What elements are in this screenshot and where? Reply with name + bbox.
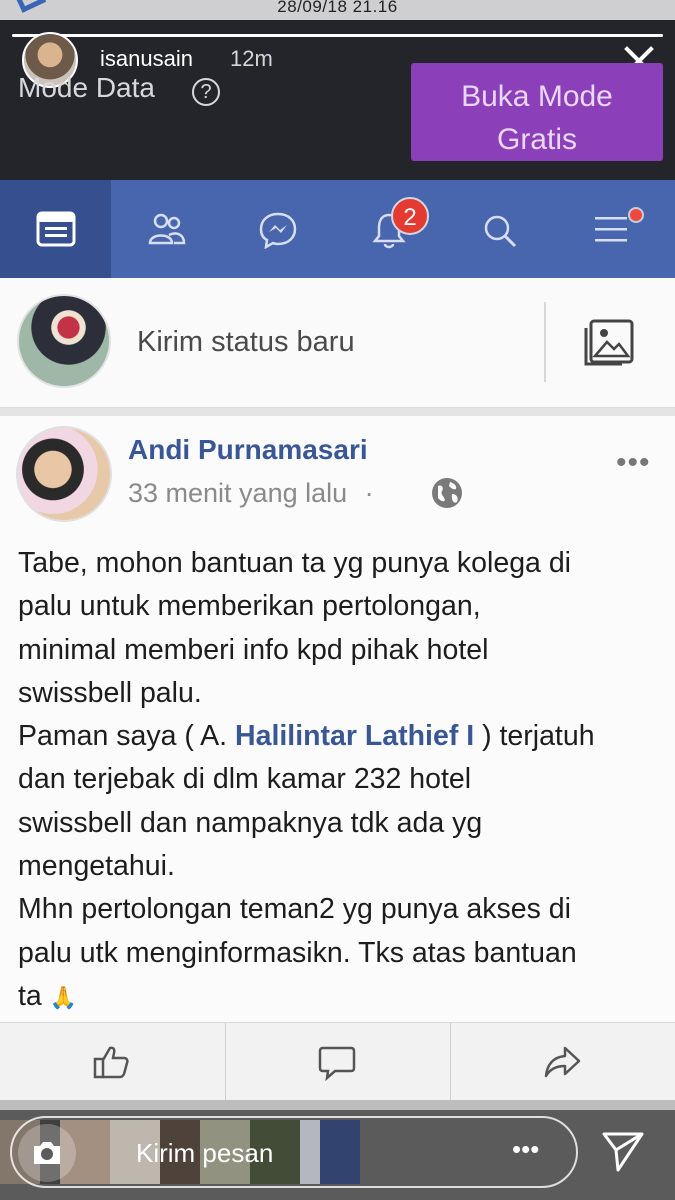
reply-more-icon[interactable]: ••• xyxy=(512,1134,539,1165)
post-actions xyxy=(0,1022,675,1101)
separator xyxy=(0,408,675,416)
share-icon xyxy=(544,1046,581,1078)
post-line: ta 🙏 xyxy=(18,975,668,1019)
reply-placeholder[interactable]: Kirim pesan xyxy=(136,1138,273,1169)
post-line: mengetahui. xyxy=(18,850,175,883)
menu-icon xyxy=(595,217,627,242)
photo-icon[interactable] xyxy=(582,318,636,368)
post-line: Mhn pertolongan teman2 yg punya akses di xyxy=(18,893,571,926)
post-line: palu utk menginformasikn. Tks atas bantu… xyxy=(18,936,577,969)
status-composer: Kirim status baru xyxy=(0,278,675,408)
comment-icon xyxy=(318,1046,356,1081)
separator xyxy=(0,1100,675,1110)
free-mode-button[interactable]: Buka Mode Gratis xyxy=(411,63,663,161)
comment-button[interactable] xyxy=(225,1023,450,1101)
tab-friends[interactable] xyxy=(111,180,222,278)
data-mode-label: Mode Data xyxy=(18,72,155,103)
story-header: isanusain 12m Mode Data ? Buka Mode Grat… xyxy=(0,20,675,180)
free-mode-line1: Buka Mode xyxy=(461,80,613,113)
post-meta: 33 menit yang lalu · xyxy=(128,478,374,509)
story-progress-fill xyxy=(12,34,663,37)
praying-hands-emoji: 🙏 xyxy=(49,984,78,1010)
post-last-word: ta xyxy=(18,979,42,1012)
tab-news-feed[interactable] xyxy=(0,180,111,278)
story-progress-bar xyxy=(12,34,663,37)
friends-icon xyxy=(148,213,186,245)
composer-divider xyxy=(544,302,546,382)
tab-notifications[interactable] xyxy=(333,180,444,278)
tab-messenger[interactable] xyxy=(222,180,333,278)
globe-icon xyxy=(432,478,462,508)
tab-search[interactable] xyxy=(444,180,555,278)
camera-button[interactable] xyxy=(18,1124,76,1182)
notification-badge: 2 xyxy=(391,197,429,235)
post-line: swissbell dan nampaknya tdk ada yg xyxy=(18,806,483,839)
post-card: Andi Purnamasari 33 menit yang lalu · ••… xyxy=(0,416,675,1022)
post-author-name[interactable]: Andi Purnamasari xyxy=(128,434,368,466)
post-line: dan terjebak di dlm kamar 232 hotel xyxy=(18,763,472,796)
post-time[interactable]: 33 menit yang lalu xyxy=(128,478,347,508)
news-feed-icon xyxy=(36,211,76,247)
menu-alert-dot xyxy=(628,207,644,223)
help-icon[interactable]: ? xyxy=(192,78,220,106)
story-username[interactable]: isanusain xyxy=(100,46,193,72)
mention-suffix: ) terjatuh xyxy=(474,720,595,753)
send-icon[interactable] xyxy=(600,1128,646,1174)
free-mode-line2: Gratis xyxy=(496,123,577,156)
camera-icon xyxy=(34,1142,60,1164)
share-button[interactable] xyxy=(450,1023,675,1101)
like-button[interactable] xyxy=(0,1023,225,1101)
post-line: palu untuk memberikan pertolongan, xyxy=(18,590,481,623)
messenger-icon xyxy=(259,212,297,249)
post-line: minimal memberi info kpd pihak hotel xyxy=(18,633,489,666)
post-line-mention: Paman saya ( A. Halilintar Lathief I ) t… xyxy=(18,715,668,758)
more-options-icon[interactable]: ••• xyxy=(616,446,651,480)
post-meta-separator: · xyxy=(364,478,374,508)
tab-bar xyxy=(0,180,675,278)
status-time: 28/09/18 21.16 xyxy=(277,0,398,16)
story-age: 12m xyxy=(230,46,273,71)
status-bar: 28/09/18 21.16 xyxy=(0,0,675,20)
post-author-avatar[interactable] xyxy=(16,426,112,522)
post-line: Tabe, mohon bantuan ta yg punya kolega d… xyxy=(18,547,571,579)
search-icon xyxy=(484,215,517,248)
composer-avatar xyxy=(17,294,111,388)
post-body: Tabe, mohon bantuan ta yg punya kolega d… xyxy=(18,542,668,1019)
composer-input[interactable]: Kirim status baru xyxy=(137,326,355,359)
mention-prefix: Paman saya ( A. xyxy=(18,720,236,753)
mentioned-user-link[interactable]: Halilintar Lathief I xyxy=(235,720,474,752)
like-icon xyxy=(93,1046,129,1079)
reply-input[interactable] xyxy=(10,1116,578,1188)
tab-menu[interactable] xyxy=(555,180,666,278)
post-line: swissbell palu. xyxy=(18,676,202,709)
